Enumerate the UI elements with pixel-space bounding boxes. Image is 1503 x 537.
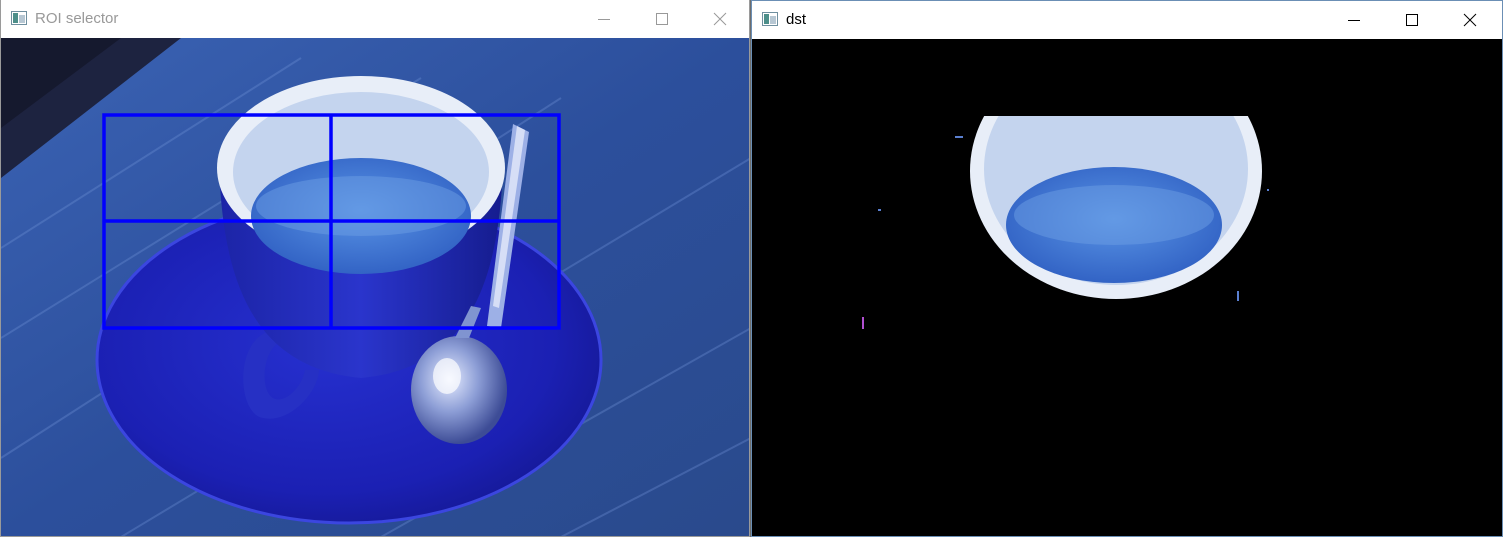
roi-minimize-button[interactable] <box>575 0 633 38</box>
roi-close-button[interactable] <box>691 0 749 38</box>
roi-maximize-button[interactable] <box>633 0 691 38</box>
dst-close-button[interactable] <box>1441 1 1499 39</box>
minimize-icon <box>598 19 610 20</box>
minimize-icon <box>1348 20 1360 21</box>
roi-title-bar[interactable]: ROI selector <box>1 0 749 38</box>
dst-title-bar[interactable]: dst <box>752 1 1502 39</box>
roi-window-title: ROI selector <box>35 10 119 27</box>
app-icon <box>762 12 778 26</box>
dst-image-canvas[interactable] <box>752 39 1502 536</box>
dst-window-title: dst <box>786 11 807 28</box>
close-icon <box>713 12 727 26</box>
app-icon <box>11 11 27 25</box>
cup-photo <box>1 38 749 536</box>
maximize-icon <box>1406 14 1418 26</box>
masked-cup-image <box>752 39 1502 536</box>
roi-selector-window[interactable]: ROI selector <box>0 0 750 537</box>
roi-image-canvas[interactable] <box>1 38 749 536</box>
dst-maximize-button[interactable] <box>1383 1 1441 39</box>
dst-window[interactable]: dst <box>751 0 1503 537</box>
dst-minimize-button[interactable] <box>1325 1 1383 39</box>
maximize-icon <box>656 13 668 25</box>
close-icon <box>1463 13 1477 27</box>
